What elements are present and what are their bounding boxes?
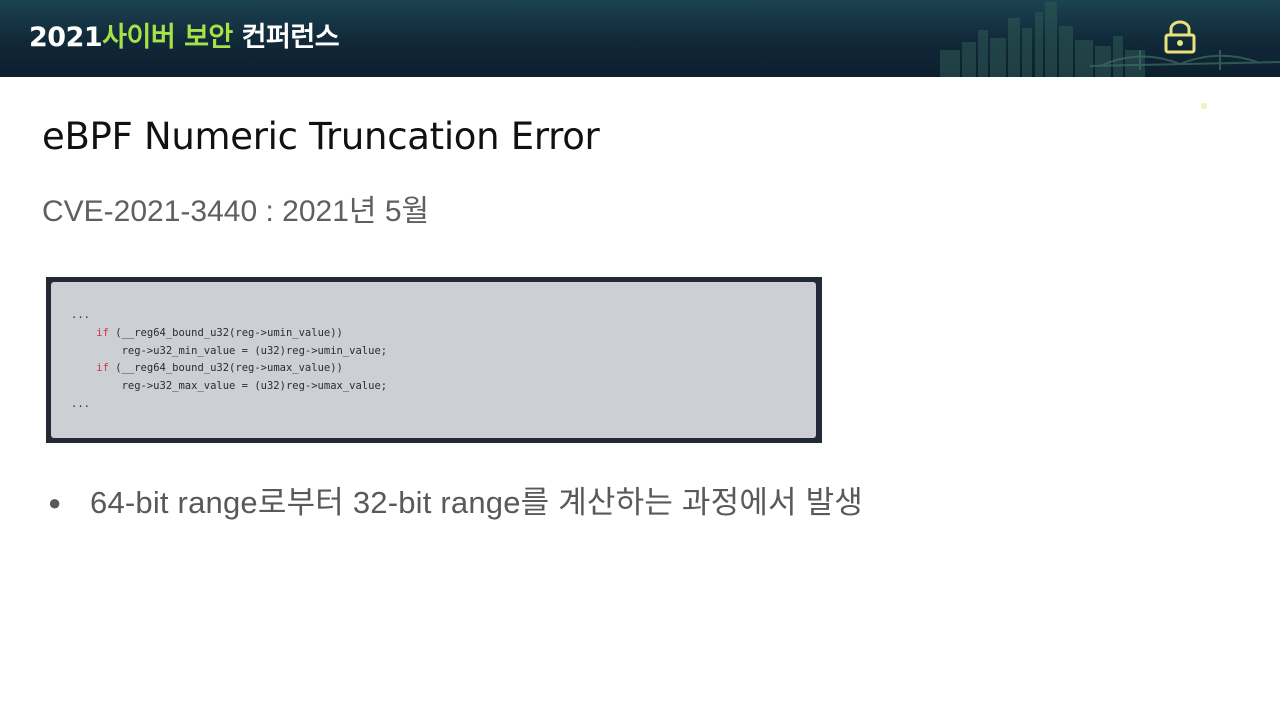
- code-keyword: if: [96, 362, 109, 375]
- code-line: reg->u32_min_value = (u32)reg->umin_valu…: [121, 344, 388, 357]
- code-line: ...: [71, 309, 90, 321]
- code-line: if (__reg64_bound_u32(reg->umin_value)): [96, 326, 343, 339]
- city-skyline-icon: [940, 2, 1280, 77]
- conference-title: 2021사이버 보안 컨퍼런스: [29, 19, 340, 57]
- decorative-speck: [1201, 103, 1207, 109]
- bullet-dot-icon: ●: [48, 490, 62, 515]
- code-keyword: if: [96, 326, 109, 339]
- code-line: if (__reg64_bound_u32(reg->umax_value)): [96, 362, 343, 375]
- padlock-icon: [1164, 20, 1196, 54]
- conference-rest-text: 컨퍼런스: [241, 22, 340, 53]
- code-line: ...: [71, 397, 90, 410]
- slide-title: eBPF Numeric Truncation Error: [42, 115, 600, 158]
- code-block: ... if (__reg64_bound_u32(reg->umin_valu…: [46, 277, 822, 443]
- header-banner: 2021사이버 보안 컨퍼런스: [0, 0, 1280, 77]
- slide: 2021사이버 보안 컨퍼런스 eBPF Numeric Truncation …: [0, 0, 1280, 720]
- slide-subtitle: CVE-2021-3440 : 2021년 5월: [42, 195, 430, 228]
- conference-accent-text: 사이버 보안: [102, 22, 233, 53]
- code-line: reg->u32_max_value = (u32)reg->umax_valu…: [121, 380, 388, 393]
- conference-year: 2021: [29, 22, 103, 53]
- bullet-text: 64-bit range로부터 32-bit range를 계산하는 과정에서 …: [90, 485, 864, 520]
- code-content: ... if (__reg64_bound_u32(reg->umin_valu…: [51, 282, 816, 438]
